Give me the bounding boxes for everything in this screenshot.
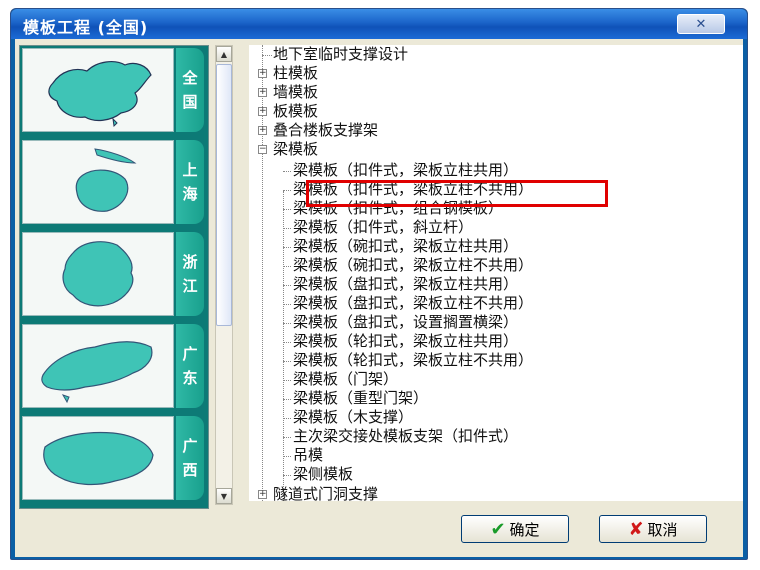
tree-guide-line [283, 342, 291, 343]
tree-item[interactable]: 柱模板 [273, 64, 318, 83]
region-map-quanguo [22, 48, 174, 132]
tree-item[interactable]: 梁模板（重型门架） [293, 389, 428, 408]
tree-guide-line [283, 323, 291, 324]
scroll-up-button[interactable]: ▲ [216, 46, 232, 62]
close-button[interactable]: ✕ [677, 14, 725, 34]
window-title: 模板工程 (全国) [23, 18, 149, 37]
tree-item[interactable]: 地下室临时支撑设计 [273, 45, 408, 64]
region-tab-char: 国 [182, 93, 198, 111]
tree-guide-line [283, 304, 291, 305]
tree-item[interactable]: 主次梁交接处模板支架（扣件式） [293, 427, 518, 446]
region-tab-quanguo[interactable]: 全 国 [176, 48, 204, 132]
tree-item[interactable]: 梁模板（轮扣式，梁板立柱不共用） [293, 351, 533, 370]
annotation-highlight-box [306, 180, 608, 207]
tree-item[interactable]: 隧道式门洞支撑 [273, 485, 378, 501]
cross-icon: ✘ [628, 518, 644, 540]
template-tree: 地下室临时支撑设计 + 柱模板 + 墙模板 + 板模板 + 叠合楼板支撑架 − … [249, 45, 743, 501]
scroll-down-button[interactable]: ▼ [216, 488, 232, 504]
region-tab-char: 广 [182, 437, 198, 455]
expand-icon[interactable]: + [258, 88, 267, 97]
tree-item[interactable]: 梁侧模板 [293, 465, 353, 484]
tree-item[interactable]: 吊模 [293, 446, 323, 465]
region-item-quanguo[interactable]: 全 国 [20, 46, 208, 132]
region-map-guangdong [22, 324, 174, 408]
tree-item[interactable]: 梁模板（扣件式，梁板立柱共用） [293, 161, 518, 180]
region-item-guangxi[interactable]: 广 西 [20, 414, 208, 500]
tree-guide-line [283, 228, 291, 229]
tree-item[interactable]: 梁模板 [273, 140, 318, 159]
tree-item[interactable]: 梁模板（盘扣式，梁板立柱不共用） [293, 294, 533, 313]
ok-button-label: 确定 [509, 520, 540, 539]
collapse-icon[interactable]: − [258, 145, 267, 154]
arrow-down-icon: ▼ [220, 491, 228, 501]
region-item-guangdong[interactable]: 广 东 [20, 322, 208, 408]
expand-icon[interactable]: + [258, 490, 267, 499]
region-tab-zhejiang[interactable]: 浙 江 [176, 232, 204, 316]
region-tab-char: 海 [182, 185, 198, 203]
tree-guide-line [262, 55, 272, 56]
region-tab-char: 浙 [182, 253, 198, 271]
scroll-thumb[interactable] [216, 64, 232, 326]
region-map-zhejiang [22, 232, 174, 316]
tree-guide-line [283, 475, 291, 476]
expand-icon[interactable]: + [258, 69, 267, 78]
tree-item[interactable]: 梁模板（盘扣式，梁板立柱共用） [293, 275, 518, 294]
region-tab-char: 江 [182, 277, 198, 295]
dialog-client-area: 全 国 上 海 浙 江 广 东 广 西 ▲ ▼ 地下室临时支撑设计 + 柱模板 … [15, 39, 743, 557]
region-item-zhejiang[interactable]: 浙 江 [20, 230, 208, 316]
region-tab-char: 东 [182, 369, 198, 387]
ok-button[interactable]: ✔ 确定 [461, 515, 569, 543]
region-scrollbar[interactable]: ▲ ▼ [215, 45, 233, 505]
tree-item[interactable]: 墙模板 [273, 83, 318, 102]
tree-guide-line [283, 418, 291, 419]
expand-icon[interactable]: + [258, 126, 267, 135]
close-icon: ✕ [695, 16, 707, 32]
tree-item[interactable]: 梁模板（碗扣式，梁板立柱共用） [293, 237, 518, 256]
region-tab-char: 上 [182, 161, 198, 179]
region-tab-char: 全 [182, 69, 198, 87]
title-bar[interactable]: 模板工程 (全国) ✕ [11, 9, 747, 39]
region-tab-char: 西 [182, 461, 198, 479]
region-tab-shanghai[interactable]: 上 海 [176, 140, 204, 224]
tree-guide-line [283, 266, 291, 267]
tree-guide-line [283, 209, 291, 210]
tree-item[interactable]: 梁模板（木支撑） [293, 408, 413, 427]
region-map-guangxi [22, 416, 174, 500]
arrow-up-icon: ▲ [220, 49, 228, 59]
tree-item[interactable]: 梁模板（轮扣式，梁板立柱共用） [293, 332, 518, 351]
region-tab-guangdong[interactable]: 广 东 [176, 324, 204, 408]
tree-guide-line [283, 437, 291, 438]
tree-guide-line [283, 361, 291, 362]
expand-icon[interactable]: + [258, 107, 267, 116]
tree-guide-line [283, 399, 291, 400]
tree-guide-line [283, 190, 291, 191]
tree-guide-line [283, 247, 291, 248]
tree-guide-line [283, 456, 291, 457]
tree-guide-line [283, 191, 284, 501]
cancel-button-label: 取消 [647, 520, 678, 539]
tree-guide-line [283, 380, 291, 381]
cancel-button[interactable]: ✘ 取消 [599, 515, 707, 543]
region-tab-char: 广 [182, 345, 198, 363]
dialog-window: 模板工程 (全国) ✕ 全 国 上 海 浙 江 广 东 广 西 ▲ ▼ 地下室临… [10, 8, 748, 560]
tree-guide-line [283, 171, 291, 172]
region-list: 全 国 上 海 浙 江 广 东 广 西 [19, 45, 209, 509]
region-map-shanghai [22, 140, 174, 224]
checkmark-icon: ✔ [490, 518, 506, 540]
region-item-shanghai[interactable]: 上 海 [20, 138, 208, 224]
tree-item[interactable]: 梁模板（门架） [293, 370, 398, 389]
tree-item[interactable]: 梁模板（碗扣式，梁板立柱不共用） [293, 256, 533, 275]
region-tab-guangxi[interactable]: 广 西 [176, 416, 204, 500]
tree-item[interactable]: 板模板 [273, 102, 318, 121]
tree-item[interactable]: 梁模板（扣件式，斜立杆） [293, 218, 473, 237]
tree-item[interactable]: 梁模板（盘扣式，设置搁置横梁） [293, 313, 518, 332]
tree-item[interactable]: 叠合楼板支撑架 [273, 121, 378, 140]
tree-guide-line [283, 285, 291, 286]
